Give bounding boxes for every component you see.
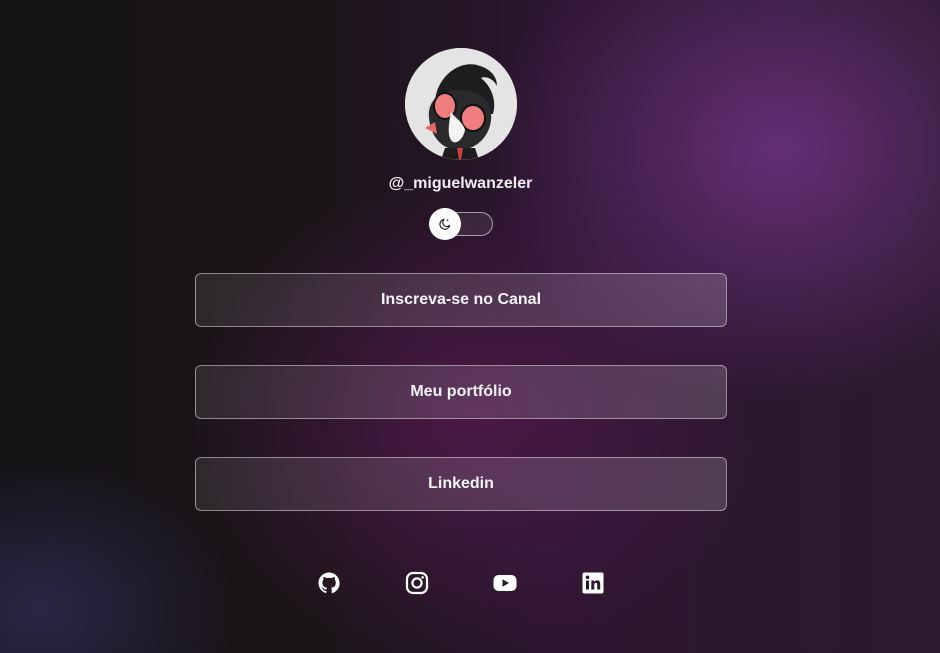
link-list: Inscreva-se no Canal Meu portfólio Linke…	[195, 273, 727, 549]
subscribe-channel-button[interactable]: Inscreva-se no Canal	[195, 273, 727, 327]
toggle-knob[interactable]	[429, 208, 461, 240]
social-links	[317, 571, 617, 595]
portfolio-button[interactable]: Meu portfólio	[195, 365, 727, 419]
instagram-link[interactable]	[405, 571, 429, 595]
github-link[interactable]	[317, 571, 341, 595]
instagram-icon	[405, 571, 429, 595]
linkedin-icon	[582, 572, 604, 594]
youtube-link[interactable]	[493, 571, 517, 595]
theme-toggle[interactable]	[429, 208, 493, 240]
avatar	[405, 48, 517, 160]
linkedin-button[interactable]: Linkedin	[195, 457, 727, 511]
youtube-icon	[493, 575, 517, 591]
cartoon-character-avatar-icon	[405, 48, 517, 160]
linkedin-link[interactable]	[581, 571, 605, 595]
page: @_miguelwanzeler Inscreva-se no Canal Me…	[0, 0, 940, 653]
github-icon	[318, 572, 340, 594]
moon-stars-icon	[439, 218, 451, 230]
username: @_miguelwanzeler	[388, 175, 533, 192]
